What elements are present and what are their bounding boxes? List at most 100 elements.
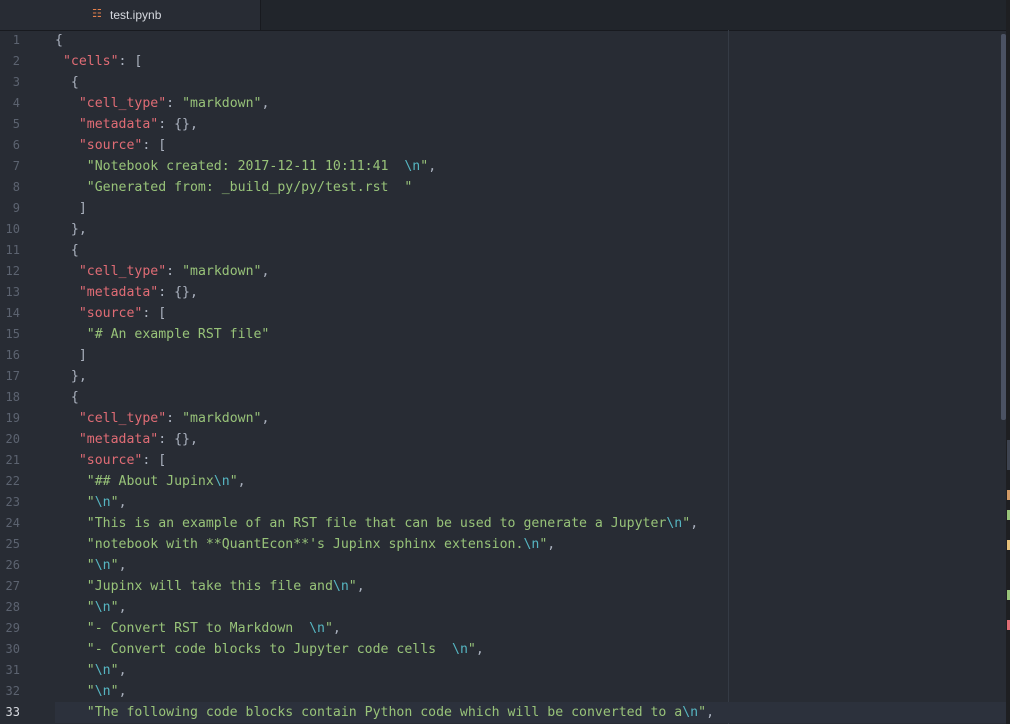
line-number[interactable]: 2 [0,51,20,72]
punctuation-token: , [118,558,127,573]
line-number[interactable]: 12 [0,261,20,282]
line-number[interactable]: 10 [0,219,20,240]
line-number[interactable]: 16 [0,345,20,366]
punctuation-token: , [261,264,270,279]
code-line[interactable]: "cell_type": "markdown", [55,408,270,429]
line-number[interactable]: 15 [0,324,20,345]
line-number[interactable]: 27 [0,576,20,597]
line-number[interactable]: 20 [0,429,20,450]
punctuation-token: }, [55,222,87,237]
punctuation-token [55,600,87,615]
line-number[interactable]: 33 [0,702,20,723]
code-line[interactable]: "\n", [55,660,127,681]
escape-token: \n [523,537,540,552]
punctuation-token: , [475,642,484,657]
code-line[interactable]: "- Convert RST to Markdown \n", [55,618,341,639]
code-line[interactable]: "metadata": {}, [55,282,198,303]
line-number[interactable]: 6 [0,135,20,156]
punctuation-token: : {}, [158,285,198,300]
code-line[interactable]: "source": [ [55,135,166,156]
line-number[interactable]: 8 [0,177,20,198]
line-number[interactable]: 5 [0,114,20,135]
code-line[interactable]: "\n", [55,492,127,513]
code-line[interactable]: "## About Jupinx\n", [55,471,246,492]
line-number[interactable]: 25 [0,534,20,555]
line-number[interactable]: 9 [0,198,20,219]
code-line[interactable]: "cell_type": "markdown", [55,261,270,282]
code-line[interactable]: }, [55,219,87,240]
json-string-token: "The following code blocks contain Pytho… [86,705,683,720]
line-number[interactable]: 28 [0,597,20,618]
json-string-token: " [86,495,95,510]
code-line[interactable]: "This is an example of an RST file that … [55,513,698,534]
code-line[interactable]: "source": [ [55,450,166,471]
line-number[interactable]: 4 [0,93,20,114]
escape-token: \n [309,621,325,636]
json-string-token: "## About Jupinx [86,474,214,489]
line-number[interactable]: 3 [0,72,20,93]
line-number-gutter[interactable]: 1 2 3 4 5 6 7 8 9 10 11 12 13 14 15 16 17 18 19 20 21 22 23 24 2… [0,30,48,724]
line-number[interactable]: 23 [0,492,20,513]
code-line[interactable]: "metadata": {}, [55,429,198,450]
punctuation-token: , [118,495,127,510]
code-line[interactable]: { [55,30,63,51]
code-line[interactable]: { [55,387,79,408]
code-line[interactable]: "source": [ [55,303,166,324]
line-number[interactable]: 14 [0,303,20,324]
punctuation-token: ] [55,201,87,216]
json-string-token: " [86,600,95,615]
line-number[interactable]: 32 [0,681,20,702]
punctuation-token [55,411,79,426]
line-number[interactable]: 21 [0,450,20,471]
code-line[interactable]: { [55,240,79,261]
code-line[interactable]: "cells": [ [55,51,142,72]
json-key-token: "cell_type" [78,411,167,426]
code-line[interactable]: "metadata": {}, [55,114,198,135]
code-line[interactable]: ] [55,198,87,219]
code-line[interactable]: "\n", [55,597,127,618]
line-number[interactable]: 24 [0,513,20,534]
line-number[interactable]: 29 [0,618,20,639]
escape-token: \n [94,663,111,678]
code-line[interactable]: { [55,72,79,93]
code-line[interactable]: "Generated from: _build_py/py/test.rst " [55,177,413,198]
line-number[interactable]: 31 [0,660,20,681]
line-number[interactable]: 13 [0,282,20,303]
line-number[interactable]: 30 [0,639,20,660]
code-line[interactable]: "Jupinx will take this file and\n", [55,576,365,597]
punctuation-token: , [706,705,715,720]
code-line[interactable]: "- Convert code blocks to Jupyter code c… [55,639,484,660]
code-line[interactable]: "notebook with **QuantEcon**'s Jupinx sp… [55,534,555,555]
punctuation-token [55,432,79,447]
punctuation-token: , [118,600,127,615]
code-line[interactable]: }, [55,366,87,387]
line-number[interactable]: 19 [0,408,20,429]
tab-bar: ☷ test.ipynb [0,0,1006,31]
punctuation-token: : {}, [158,432,198,447]
line-number[interactable]: 7 [0,156,20,177]
line-number[interactable]: 11 [0,240,20,261]
line-number[interactable]: 1 [0,30,20,51]
punctuation-token [55,684,87,699]
tab-title: test.ipynb [110,8,162,22]
code-editor[interactable]: 1 2 3 4 5 6 7 8 9 10 11 12 13 14 15 16 17 18 19 20 21 22 23 24 2… [0,30,1006,724]
line-number[interactable]: 22 [0,471,20,492]
punctuation-token: { [55,390,79,405]
code-line[interactable]: ] [55,345,87,366]
json-string-token: " [110,684,119,699]
code-line[interactable]: "\n", [55,681,127,702]
punctuation-token: : [166,411,183,426]
json-key-token: "source" [78,138,143,153]
json-string-token: "Jupinx will take this file and [86,579,333,594]
escape-token: \n [332,579,349,594]
punctuation-token: ] [55,348,87,363]
line-number[interactable]: 17 [0,366,20,387]
line-number[interactable]: 18 [0,387,20,408]
code-line[interactable]: "cell_type": "markdown", [55,93,270,114]
tab-test-ipynb[interactable]: ☷ test.ipynb [0,0,261,30]
code-line[interactable]: "\n", [55,555,127,576]
code-line[interactable]: "Notebook created: 2017-12-11 10:11:41 \… [55,156,436,177]
line-number[interactable]: 26 [0,555,20,576]
code-line[interactable]: "# An example RST file" [55,324,270,345]
code-line[interactable]: "The following code blocks contain Pytho… [55,702,714,723]
